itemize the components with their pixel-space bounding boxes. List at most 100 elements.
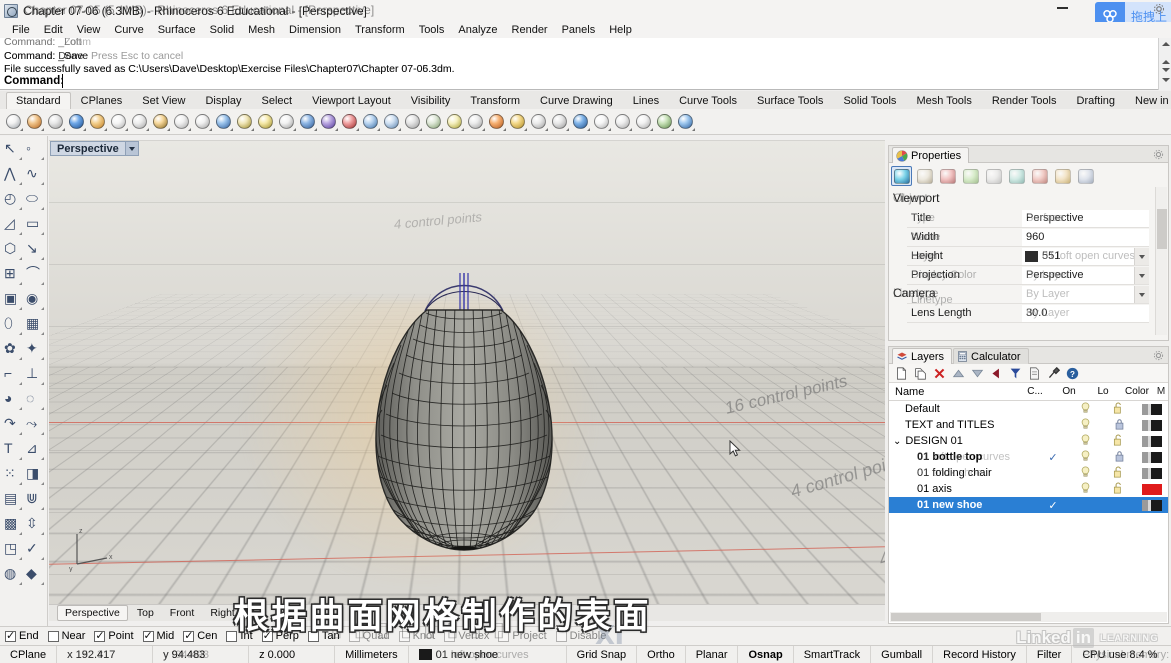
help-icon[interactable] — [676, 112, 696, 132]
menu-item-file[interactable]: File — [5, 24, 37, 36]
property-value[interactable]: 551 01 loft open curves — [1022, 247, 1149, 265]
tab-layers[interactable]: Layers — [892, 348, 953, 364]
select-arrow-icon[interactable] — [592, 112, 612, 132]
column-header-on[interactable]: On On — [1052, 386, 1086, 397]
curve-cv-icon[interactable]: ∿ — [24, 163, 46, 188]
dropdown-corner-icon[interactable] — [41, 127, 44, 131]
blend-curve-icon[interactable]: ↷ — [2, 413, 24, 438]
toolbar-tab-standard[interactable]: Standard — [6, 92, 71, 109]
column-header-material[interactable]: M — [1154, 386, 1168, 397]
layers-scroll-thumb[interactable] — [891, 613, 1041, 621]
dropdown-corner-icon[interactable] — [398, 127, 401, 131]
layer-lock-icon[interactable] — [1102, 434, 1136, 449]
flyout-corner-icon[interactable] — [19, 207, 22, 210]
status-units[interactable]: Millimeters — [335, 645, 409, 663]
osnap-checkbox[interactable] — [142, 629, 154, 642]
flyout-corner-icon[interactable] — [41, 482, 44, 485]
dropdown-corner-icon[interactable] — [230, 127, 233, 131]
layer-visibility-bulb-icon[interactable] — [1068, 401, 1102, 417]
flyout-corner-icon[interactable] — [41, 407, 44, 410]
toolbar-tab-new-in-v6[interactable]: New in V6 — [1125, 92, 1171, 109]
layer-lock-icon[interactable] — [1102, 402, 1136, 417]
sphere-gray2-icon[interactable] — [550, 112, 570, 132]
viewport-tab-perspective[interactable]: Perspective — [57, 605, 128, 621]
earth-icon[interactable] — [655, 112, 675, 132]
layer-visibility-bulb-icon[interactable] — [1068, 465, 1102, 481]
toolbar-tab-visibility[interactable]: Visibility — [401, 92, 461, 109]
flyout-corner-icon[interactable] — [19, 407, 22, 410]
toolbar-tab-solid-tools[interactable]: Solid Tools — [833, 92, 906, 109]
dropdown-corner-icon[interactable] — [104, 127, 107, 131]
layer-color-swatch[interactable] — [1136, 451, 1168, 463]
column-header-current[interactable]: C... C... — [1018, 386, 1052, 397]
osnap-int[interactable]: Int — [226, 630, 253, 642]
osnap-checkbox[interactable] — [47, 630, 59, 642]
surface-tools-icon[interactable]: ◍ — [2, 563, 24, 588]
dropdown-corner-icon[interactable] — [566, 127, 569, 131]
match-curve-icon[interactable]: ⤳ — [24, 413, 46, 438]
osnap-cen[interactable]: Cen — [183, 629, 217, 642]
menu-item-dimension[interactable]: Dimension — [282, 24, 348, 36]
expander-chevron-icon[interactable]: ⌄ — [893, 436, 901, 447]
flyout-corner-icon[interactable] — [19, 482, 22, 485]
dropdown-corner-icon[interactable] — [608, 127, 611, 131]
polyline-icon[interactable]: ⋀ — [2, 163, 24, 188]
osnap-near[interactable]: Near — [47, 630, 85, 642]
dropdown-corner-icon[interactable] — [272, 127, 275, 131]
loft-surface-icon[interactable]: ⌒ — [24, 263, 46, 288]
dropdown-corner-icon[interactable] — [125, 127, 128, 131]
flyout-corner-icon[interactable] — [41, 157, 44, 160]
layer-visibility-bulb-icon[interactable] — [1068, 449, 1102, 465]
dropdown-corner-icon[interactable] — [650, 127, 653, 131]
sphere-blue-icon[interactable] — [571, 112, 591, 132]
toolbar-tab-surface-tools[interactable]: Surface Tools — [747, 92, 833, 109]
toolbar-tab-curve-drawing[interactable]: Curve Drawing — [530, 92, 623, 109]
zoom-extents-icon[interactable] — [193, 112, 213, 132]
flyout-corner-icon[interactable] — [41, 432, 44, 435]
osnap-checkbox[interactable] — [348, 630, 360, 642]
light-icon[interactable] — [445, 112, 465, 132]
status-grid-snap[interactable]: Grid Snap — [567, 645, 638, 663]
flyout-corner-icon[interactable] — [19, 382, 22, 385]
properties-options-gear-icon[interactable] — [1153, 149, 1164, 160]
sphere-ghosted-icon[interactable] — [46, 112, 66, 132]
flyout-corner-icon[interactable] — [41, 232, 44, 235]
viewport-tab-top[interactable]: Top — [130, 606, 161, 620]
text-icon[interactable]: T — [2, 438, 24, 463]
explode-icon[interactable]: ✦ — [24, 338, 46, 363]
menu-item-surface[interactable]: Surface — [151, 24, 203, 36]
flyout-corner-icon[interactable] — [41, 182, 44, 185]
menu-item-view[interactable]: View — [70, 24, 108, 36]
sphere-artistic-icon[interactable] — [88, 112, 108, 132]
table-row[interactable]: 01 axis — [889, 481, 1168, 497]
tab-properties[interactable]: Properties — [892, 147, 970, 163]
flyout-corner-icon[interactable] — [41, 582, 44, 585]
flyout-corner-icon[interactable] — [41, 357, 44, 360]
cplane-icon[interactable] — [319, 112, 339, 132]
sphere-rendered-blue-icon[interactable] — [67, 112, 87, 132]
table-row[interactable]: 01 bottle top 01 loft open curves ✓ — [889, 449, 1168, 465]
dropdown-corner-icon[interactable] — [545, 127, 548, 131]
texture-mapping-icon[interactable] — [937, 166, 958, 186]
dropdown-corner-icon[interactable] — [188, 127, 191, 131]
dropdown-corner-icon[interactable] — [671, 127, 674, 131]
material-icon[interactable]: ◆ — [24, 563, 46, 588]
chevron-down-icon[interactable] — [1134, 247, 1149, 265]
menu-item-analyze[interactable]: Analyze — [451, 24, 504, 36]
viewport-title-widget[interactable]: Perspective — [50, 141, 139, 156]
layers-icon[interactable] — [424, 112, 444, 132]
property-value[interactable]: Perspective Surface — [1022, 209, 1149, 227]
layer-color-swatch[interactable] — [1136, 499, 1168, 511]
dropdown-corner-icon[interactable] — [587, 127, 590, 131]
scroll-down-small-icon[interactable] — [1162, 68, 1170, 72]
render-icon[interactable] — [403, 112, 423, 132]
osnap-checkbox[interactable] — [261, 629, 273, 642]
toolbar-tab-mesh-tools[interactable]: Mesh Tools — [906, 92, 981, 109]
layer-lock-icon[interactable] — [1102, 466, 1136, 481]
filter-layers-icon[interactable] — [1009, 367, 1022, 380]
mesh-icon[interactable]: ▦ — [24, 313, 46, 338]
dropdown-corner-icon[interactable] — [20, 127, 23, 131]
toolbar-tab-transform[interactable]: Transform — [460, 92, 530, 109]
layer-lock-icon[interactable] — [1102, 450, 1136, 465]
circle-icon[interactable]: ◴ — [2, 188, 24, 213]
